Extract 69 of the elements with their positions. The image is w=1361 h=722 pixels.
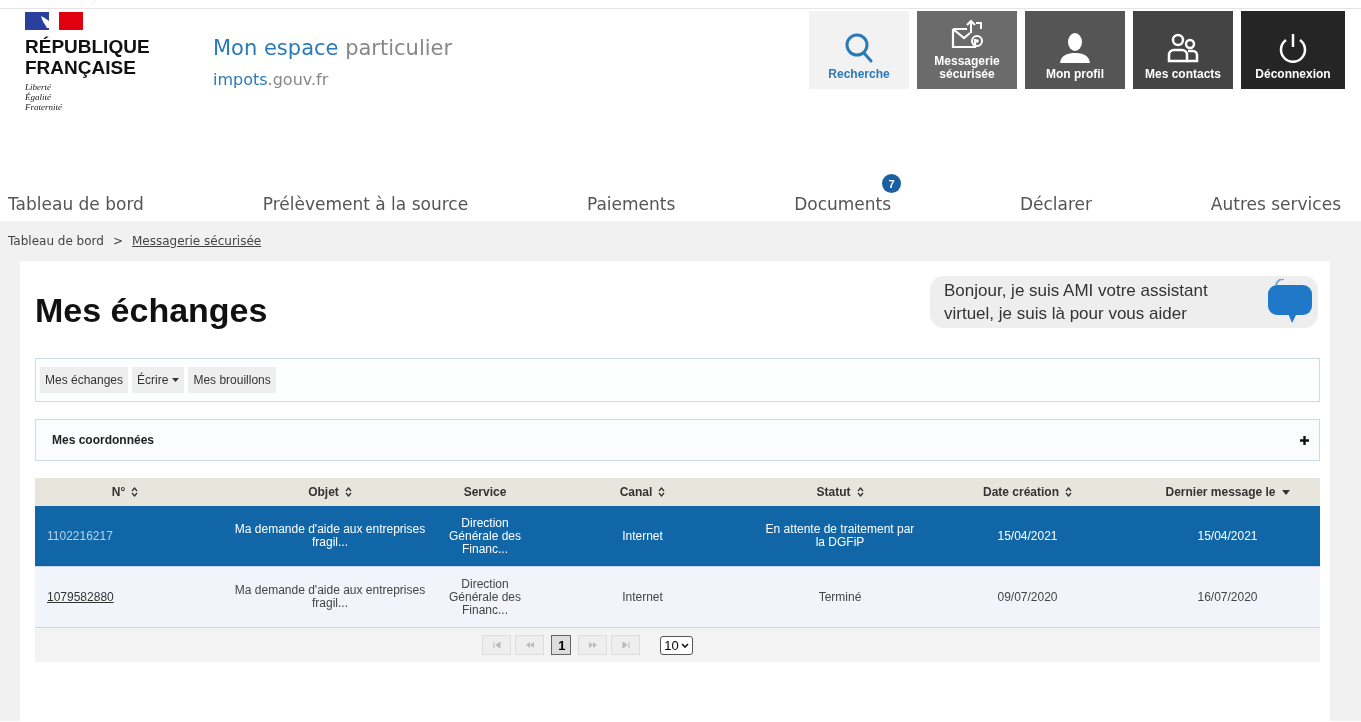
first-page-button[interactable] [482, 635, 512, 655]
table-cell-text: Terminé [817, 588, 863, 606]
message-number-link[interactable]: 1102216217 [47, 529, 113, 543]
column-header[interactable]: Date création [920, 478, 1135, 506]
column-header[interactable]: Dernier message le [1135, 478, 1320, 506]
toolbar-button[interactable]: Écrire [132, 367, 185, 393]
first-page-icon [492, 642, 501, 648]
table-cell-text: Ma demande d'aide aux entreprises fragil... [233, 521, 427, 551]
logout-button[interactable]: Déconnexion [1241, 11, 1345, 89]
motto-line: Égalité [25, 92, 52, 102]
breadcrumb-link[interactable]: Tableau de bord [8, 234, 104, 248]
nav-tab[interactable]: Documents 7 [794, 174, 902, 214]
contacts-button[interactable]: Mes contacts [1133, 11, 1233, 89]
assistant-bubble[interactable]: Bonjour, je suis AMI votre assistant virtuel, je suis là pour vous aider [930, 276, 1318, 328]
site-title: Mon espace particulier [213, 36, 453, 60]
chevron-down-icon [680, 642, 689, 648]
column-header[interactable]: Statut [760, 478, 920, 506]
page-size-select[interactable]: 10 [660, 635, 693, 655]
breadcrumb-separator: > [112, 234, 123, 248]
previous-page-button[interactable] [515, 635, 545, 655]
page-title: Mes échanges [35, 291, 268, 330]
toolbar-button[interactable]: Mes brouillons [188, 367, 276, 393]
table-cell-text: 16/07/2020 [1196, 588, 1259, 606]
page-button[interactable]: 1 [551, 635, 572, 655]
last-page-icon [621, 642, 630, 648]
messaging-button[interactable]: Messagerie sécurisée [917, 11, 1017, 89]
table-cell-text: 15/04/2021 [996, 527, 1059, 545]
envelope-at-icon [950, 19, 984, 51]
column-header[interactable]: N° [35, 478, 215, 506]
column-header[interactable]: Service [445, 478, 525, 506]
message-number-link[interactable]: 1079582880 [47, 590, 114, 604]
table-cell-text: Direction Générale des Financ... [447, 514, 522, 558]
user-icon [1058, 32, 1092, 64]
nav-tab[interactable]: Autres services [1210, 194, 1341, 214]
republic-title: RÉPUBLIQUE FRANÇAISE [25, 36, 151, 78]
table-cell-text: Internet [621, 527, 664, 545]
toolbar-button[interactable]: Mes échanges [40, 367, 129, 393]
table-cell-text: 09/07/2020 [996, 588, 1059, 606]
motto-line: Liberté [25, 82, 52, 92]
assistant-message: Bonjour, je suis AMI votre assistant virtuel, je suis là pour vous aider [944, 280, 1209, 325]
site-name: impots.gouv.fr [213, 70, 330, 89]
last-page-button[interactable] [611, 635, 641, 655]
users-icon [1166, 32, 1200, 64]
motto-line: Fraternité [25, 102, 63, 112]
count-badge: 7 [882, 174, 902, 193]
search-button[interactable]: Recherche [809, 11, 909, 89]
chat-bubble-icon [1266, 279, 1314, 325]
table-row[interactable]: 1079582880 Ma demande d'aide aux entreprises fragil... Direction Générale des Financ... Internet Terminé 09/07/2020 16/07/2020 [35, 567, 1320, 628]
column-header[interactable]: Objet [215, 478, 445, 506]
table-cell-text: Internet [621, 588, 664, 606]
nav-tab[interactable]: Paiements [586, 194, 676, 214]
profile-button[interactable]: Mon profil [1025, 11, 1125, 89]
next-page-button[interactable] [578, 635, 608, 655]
table-cell-text: En attente de traitement par la DGFiP [764, 521, 916, 551]
accordion-header[interactable]: Mes coordonnées [35, 419, 1320, 461]
table-cell-text: Ma demande d'aide aux entreprises fragil... [233, 582, 427, 612]
accordion-title: Mes coordonnées [52, 433, 155, 447]
nav-tab[interactable]: Prélèvement à la source [262, 194, 469, 214]
search-icon [844, 32, 874, 64]
previous-page-icon [524, 642, 535, 648]
table-cell-text: Direction Générale des Financ... [447, 575, 522, 619]
table-cell-text: 15/04/2021 [1196, 527, 1259, 545]
nav-tab[interactable]: Déclarer [1019, 194, 1092, 214]
column-header[interactable]: Canal [525, 478, 760, 506]
nav-tab[interactable]: Tableau de bord [8, 194, 144, 214]
marianne-logo [25, 10, 83, 31]
breadcrumb-link[interactable]: Messagerie sécurisée [132, 234, 262, 248]
next-page-icon [587, 642, 598, 648]
table-row[interactable]: 1102216217 Ma demande d'aide aux entreprises fragil... Direction Générale des Financ... Internet En attente de traitement par la DGFiP 15/04/2021 15/04/2021 [35, 506, 1320, 567]
